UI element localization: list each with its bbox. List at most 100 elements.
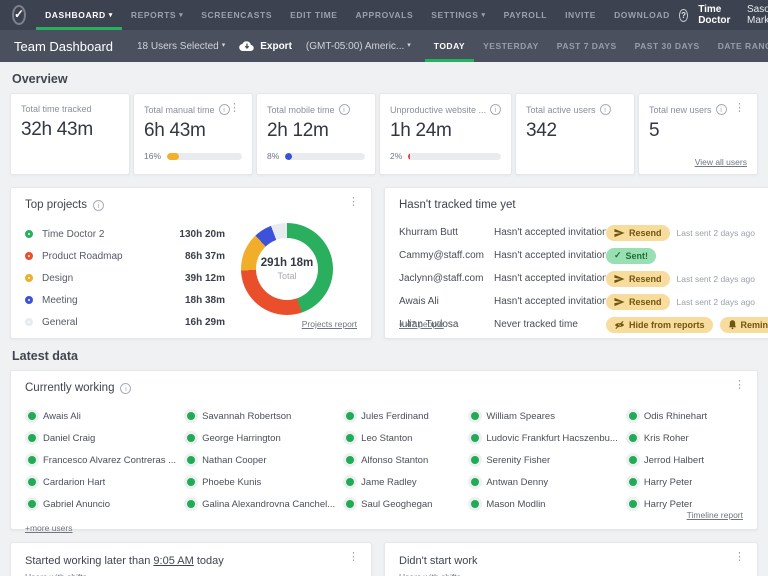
send-icon [614, 274, 625, 284]
projects-body: Time Doctor 2130h 20m Product Roadmap86h… [25, 223, 357, 333]
worker-name: Kris Roher [644, 433, 689, 444]
shift-time-link[interactable]: 9:05 AM [153, 555, 193, 567]
nav-approvals[interactable]: APPROVALS [347, 0, 423, 30]
more-users-link[interactable]: +more users [25, 523, 72, 533]
info-icon[interactable]: i [490, 104, 501, 115]
stat-value: 6h 43m [144, 120, 242, 142]
title-text: Started working later than [25, 555, 150, 567]
info-icon[interactable]: i [93, 200, 104, 211]
working-column: Jules Ferdinand Leo Stanton Alfonso Stan… [343, 405, 460, 515]
currently-working-card: Currently working i ⋮ Awais Ali Daniel C… [10, 370, 758, 530]
project-legend-row[interactable]: General16h 29m [25, 311, 225, 333]
project-legend-row[interactable]: Design39h 12m [25, 267, 225, 289]
nav-invite[interactable]: INVITE [556, 0, 605, 30]
progress-percent: 8% [267, 151, 279, 161]
stat-label: Total mobile time [267, 105, 335, 115]
bell-icon [728, 319, 737, 330]
online-status-dot [187, 456, 195, 464]
chevron-down-icon: ▾ [222, 41, 226, 49]
page-title: Team Dashboard [14, 39, 113, 54]
project-name: Product Roadmap [42, 251, 173, 262]
nav-edit-time[interactable]: EDIT TIME [281, 0, 346, 30]
info-icon[interactable]: i [339, 104, 350, 115]
progress-fill [285, 153, 291, 160]
working-user: Nathan Cooper [184, 449, 335, 471]
kebab-menu-icon[interactable]: ⋮ [344, 550, 363, 565]
kebab-menu-icon[interactable]: ⋮ [730, 378, 749, 393]
working-user: Jules Ferdinand [343, 405, 460, 427]
tab-today[interactable]: TODAY [425, 30, 474, 62]
users-with-shifts-link[interactable]: Users with shifts [399, 572, 461, 576]
worker-name: Leo Stanton [361, 433, 412, 444]
online-status-dot [187, 412, 195, 420]
info-icon[interactable]: i [120, 383, 131, 394]
kebab-menu-icon[interactable]: ⋮ [225, 101, 244, 116]
tab-past-7-days[interactable]: PAST 7 DAYS [548, 30, 626, 62]
user-name: Cammy@staff.com [399, 250, 494, 261]
projects-legend: Time Doctor 2130h 20m Product Roadmap86h… [25, 223, 225, 333]
progress-fill [408, 153, 410, 160]
user-status: Hasn't accepted invitation [494, 273, 606, 284]
tab-past-30-days[interactable]: PAST 30 DAYS [626, 30, 709, 62]
resend-button[interactable]: Resend [606, 294, 670, 310]
project-legend-row[interactable]: Meeting18h 38m [25, 289, 225, 311]
nav-settings[interactable]: SETTINGS▾ [422, 0, 494, 30]
not-tracked-row: Jaclynn@staff.com Hasn't accepted invita… [399, 267, 768, 290]
timeline-report-link[interactable]: Timeline report [687, 510, 743, 520]
working-column: Awais Ali Daniel Craig Francesco Alvarez… [25, 405, 176, 515]
working-user: Serenity Fisher [468, 449, 617, 471]
user-status: Hasn't accepted invitation [494, 296, 606, 307]
project-legend-row[interactable]: Time Doctor 2130h 20m [25, 223, 225, 245]
nav-payroll[interactable]: PAYROLL [495, 0, 556, 30]
resend-button[interactable]: Resend [606, 271, 670, 287]
resend-button[interactable]: Resend [606, 225, 670, 241]
tab-date-range[interactable]: DATE RANGE [709, 30, 768, 62]
worker-name: Alfonso Stanton [361, 455, 428, 466]
worker-name: Harry Peter [644, 477, 693, 488]
users-selected-label: 18 Users Selected [137, 41, 219, 52]
working-column: William Speares Ludovic Frankfurt Hacsze… [468, 405, 617, 515]
worker-name: Odis Rhinehart [644, 411, 707, 422]
card-title: Currently working [25, 382, 114, 394]
chip-label: Sent! [626, 251, 649, 261]
worker-name: Jame Radley [361, 477, 416, 488]
nav-screencasts[interactable]: SCREENCASTS [192, 0, 281, 30]
nav-reports[interactable]: REPORTS▾ [122, 0, 192, 30]
top-navigation: ✓ DASHBOARD▾ REPORTS▾ SCREENCASTS EDIT T… [0, 0, 768, 30]
worker-name: Jerrod Halbert [644, 455, 704, 466]
user-name: Khurram Butt [399, 227, 494, 238]
nav-dashboard[interactable]: DASHBOARD▾ [36, 0, 122, 30]
stat-value: 32h 43m [21, 119, 119, 141]
working-column: Odis Rhinehart Kris Roher Jerrod Halbert… [626, 405, 743, 515]
working-user: Phoebe Kunis [184, 471, 335, 493]
working-user: Leo Stanton [343, 427, 460, 449]
stat-card-total-mobile-time: Total mobile timei 2h 12m 8% [256, 93, 376, 175]
online-status-dot [28, 456, 36, 464]
user-status: Hasn't accepted invitation [494, 227, 606, 238]
more-people-link[interactable]: + 47 people [399, 319, 444, 329]
info-icon[interactable]: i [600, 104, 611, 115]
export-button[interactable]: Export [239, 40, 292, 52]
view-all-users-link[interactable]: View all users [695, 157, 747, 167]
stat-label: Total time tracked [21, 104, 92, 114]
users-selected-dropdown[interactable]: 18 Users Selected▾ [137, 41, 225, 52]
info-icon[interactable]: i [716, 104, 727, 115]
timezone-dropdown[interactable]: (GMT-05:00) Americ...▾ [306, 41, 411, 52]
kebab-menu-icon[interactable]: ⋮ [344, 195, 363, 210]
remind-button[interactable]: Remind [720, 317, 768, 333]
help-icon[interactable]: ? [679, 9, 688, 22]
worker-name: Awais Ali [43, 411, 81, 422]
project-legend-row[interactable]: Product Roadmap86h 37m [25, 245, 225, 267]
users-with-shifts-link[interactable]: Users with shifts [25, 572, 87, 576]
nav-download[interactable]: DOWNLOAD [605, 0, 679, 30]
hide-from-reports-button[interactable]: Hide from reports [606, 317, 713, 333]
kebab-menu-icon[interactable]: ⋮ [730, 101, 749, 116]
kebab-menu-icon[interactable]: ⋮ [730, 550, 749, 565]
project-name: Time Doctor 2 [42, 229, 173, 240]
stat-card-total-manual-time: Total manual timei ⋮ 6h 43m 16% [133, 93, 253, 175]
tab-yesterday[interactable]: YESTERDAY [474, 30, 548, 62]
timedoctor-logo-icon[interactable]: ✓ [12, 5, 26, 25]
project-color-ring [25, 274, 33, 282]
project-color-ring [25, 296, 33, 304]
projects-report-link[interactable]: Projects report [302, 319, 357, 329]
